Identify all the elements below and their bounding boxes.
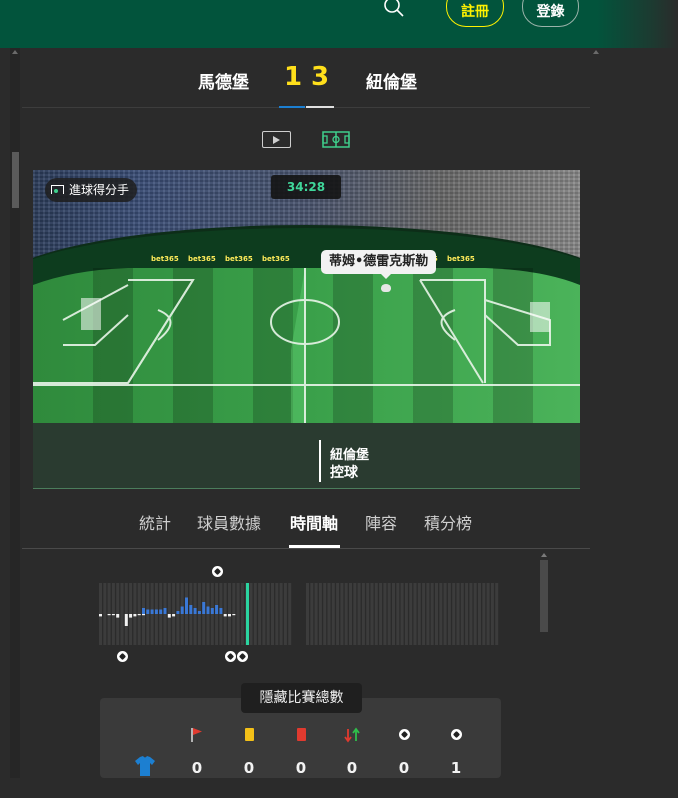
timeline-scrollbar[interactable] <box>540 560 548 632</box>
timeline-away-bar <box>107 614 111 616</box>
scroll-up-icon[interactable] <box>12 50 18 54</box>
stats-tabs: 統計 球員數據 時間軸 陣容 積分榜 <box>22 503 590 549</box>
corner-flag-icon <box>191 728 202 742</box>
play-icon <box>273 136 280 144</box>
timeline-scroll-up-icon[interactable] <box>541 553 547 557</box>
home-team-indicator <box>279 106 305 108</box>
timeline-current-minute <box>246 583 249 645</box>
timeline-home-bar <box>150 609 154 614</box>
timeline-away-bar <box>111 614 115 616</box>
timeline-home-bar <box>197 611 201 614</box>
timeline-home-bar <box>202 602 206 614</box>
scroll-up-icon[interactable] <box>593 50 599 54</box>
ad-board-text: bet365 <box>447 255 475 263</box>
ad-board-text: bet365 <box>225 255 253 263</box>
home-score: 1 <box>284 62 303 92</box>
away-team-name: 紐倫堡 <box>366 73 417 93</box>
timeline-home-bar <box>180 606 184 614</box>
timeline-away-bar <box>137 614 141 616</box>
login-button[interactable]: 登錄 <box>522 0 579 27</box>
goal-scorers-label: 進球得分手 <box>69 183 130 197</box>
substitution-icon <box>344 727 360 743</box>
goal-ball-icon <box>399 729 410 740</box>
timeline-home-bar <box>163 608 167 614</box>
possession-divider <box>319 440 321 482</box>
ad-board-text: bet365 <box>188 255 216 263</box>
video-view-toggle[interactable] <box>262 131 291 148</box>
timeline-away-bar <box>99 614 102 617</box>
scoreboard <box>22 56 590 108</box>
home-team-name: 馬德堡 <box>198 73 249 93</box>
possession-state: 控球 <box>330 465 358 481</box>
tab-statistics[interactable]: 統計 <box>139 510 171 534</box>
yellow-cards-count: 0 <box>243 759 255 777</box>
page-bottom <box>0 778 678 798</box>
timeline-away-bar <box>167 614 171 618</box>
red-card-icon <box>297 728 306 741</box>
ad-board-text: bet365 <box>262 255 290 263</box>
player-name-tag: 蒂姆•德雷克斯勒 <box>321 250 437 279</box>
match-clock: 34:28 <box>271 175 341 199</box>
timeline-home-bar <box>215 605 219 614</box>
tab-standings[interactable]: 積分榜 <box>424 510 472 534</box>
match-tracker-pitch: bet365 bet365 bet365 bet365 bet365 bet36… <box>33 170 580 489</box>
timeline-home-bar <box>142 608 145 614</box>
team-shirt-icon <box>135 756 155 776</box>
goal-scorers-toggle[interactable]: 進球得分手 <box>45 178 138 202</box>
goal-ball-icon[interactable] <box>237 651 248 662</box>
corners-count: 0 <box>191 759 203 777</box>
hide-totals-tooltip[interactable]: 隱藏比賽總數 <box>241 683 362 713</box>
pitch-view-toggle-icon[interactable] <box>322 131 350 148</box>
timeline-away-bar <box>223 614 227 617</box>
possession-team: 紐倫堡 <box>330 448 370 463</box>
goal-net-icon <box>51 185 64 194</box>
away-team-indicator <box>306 106 334 108</box>
timeline-background <box>99 583 499 645</box>
timeline-home-bar <box>193 608 197 614</box>
pitch-field: bet365 bet365 bet365 bet365 bet365 bet36… <box>33 255 580 425</box>
timeline-home-bar <box>159 609 163 614</box>
timeline-home-bar <box>185 597 188 614</box>
timeline-away-bar <box>172 614 176 617</box>
timeline-home-bar <box>206 606 210 614</box>
timeline-home-bar <box>210 608 214 614</box>
yellow-card-icon <box>245 728 254 741</box>
register-button[interactable]: 註冊 <box>446 0 504 27</box>
timeline-away-bar <box>124 614 128 626</box>
substitutions-count: 0 <box>346 759 358 777</box>
ad-board-text: bet365 <box>151 255 179 263</box>
timeline-away-bar <box>228 614 231 617</box>
timeline-pressure-bars <box>99 597 236 626</box>
timeline-away-bar <box>129 614 133 618</box>
away-score: 3 <box>311 62 330 92</box>
timeline-home-bar <box>176 611 180 614</box>
goals-count: 1 <box>450 759 462 777</box>
goal-ball-icon[interactable] <box>117 651 128 662</box>
goal-ball-icon[interactable] <box>225 651 236 662</box>
timeline-away-bar <box>142 614 145 616</box>
timeline-home-bar <box>189 605 193 614</box>
top-header: 註冊 登錄 <box>0 0 678 48</box>
timeline-away-bar <box>133 614 137 617</box>
goal-ball-icon[interactable] <box>212 566 223 577</box>
active-tab-indicator <box>289 545 340 548</box>
ball-position-icon <box>381 284 391 292</box>
tab-timeline[interactable]: 時間軸 <box>290 510 338 534</box>
match-timeline <box>99 583 499 645</box>
red-cards-count: 0 <box>295 759 307 777</box>
left-scrollbar-thumb[interactable] <box>12 152 19 208</box>
goal-ball-icon <box>451 729 462 740</box>
timeline-away-bar <box>232 614 236 616</box>
possession-band <box>33 423 580 489</box>
goals-count: 0 <box>398 759 410 777</box>
timeline-home-bar <box>154 609 158 614</box>
timeline-home-bar <box>219 608 223 614</box>
timeline-away-bar <box>116 614 120 618</box>
search-icon[interactable] <box>383 0 405 18</box>
timeline-home-bar <box>146 609 150 614</box>
tab-lineups[interactable]: 陣容 <box>365 510 397 534</box>
tab-player-stats[interactable]: 球員數據 <box>197 510 261 534</box>
